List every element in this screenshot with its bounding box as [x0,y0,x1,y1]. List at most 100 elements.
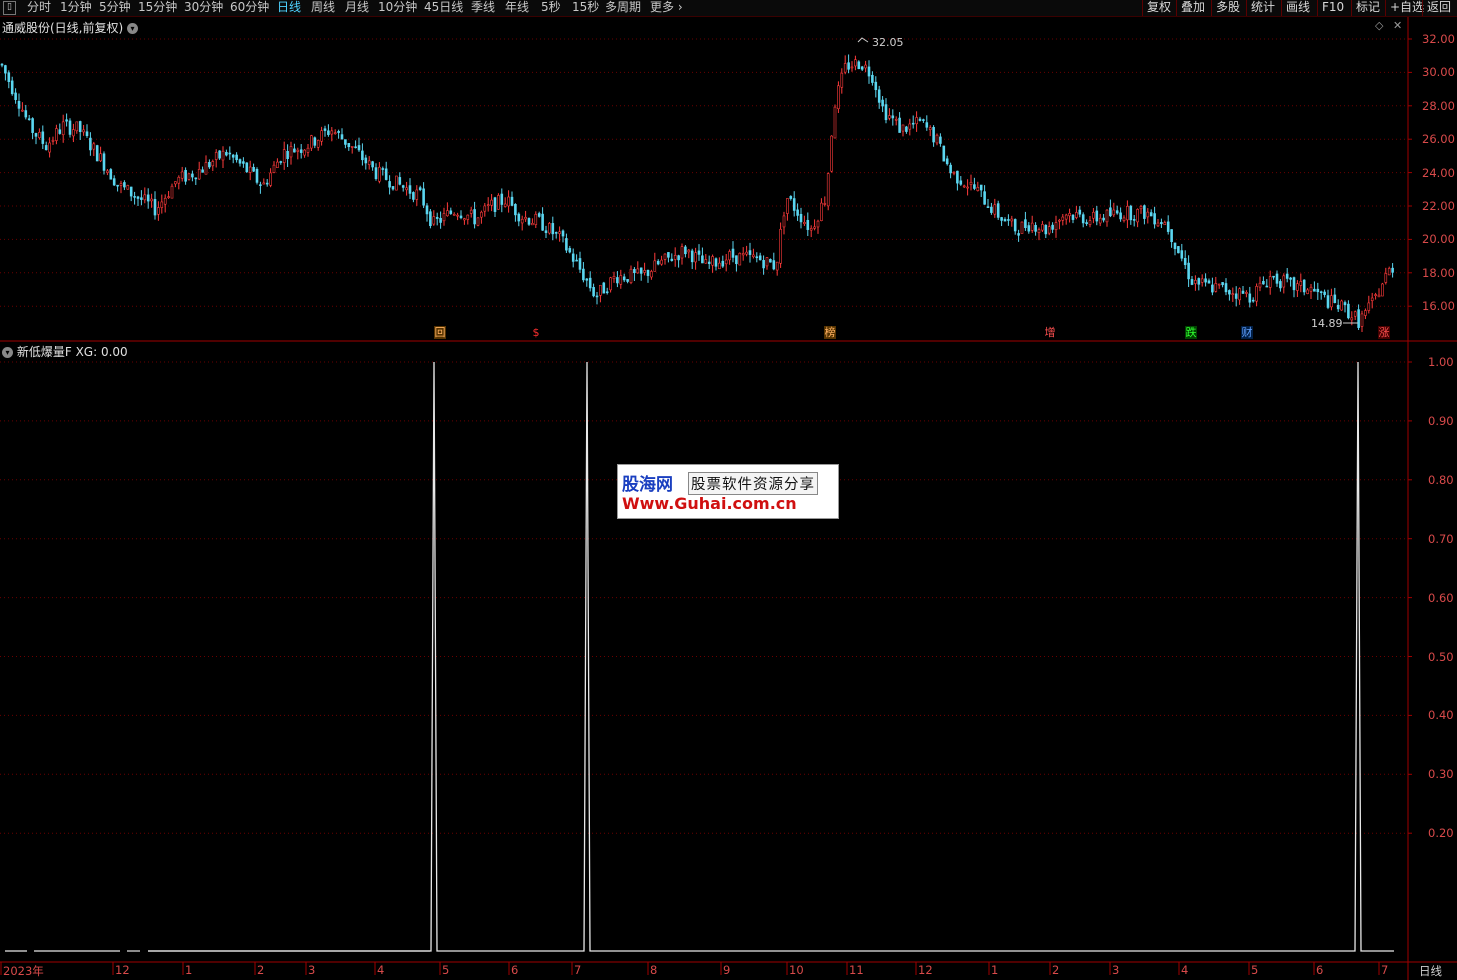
candle-body [656,260,660,265]
x-tick-label: 9 [723,963,731,977]
candle-body [160,201,164,208]
candle-body [1319,291,1323,293]
x-tick-label: 8 [650,963,658,977]
candle-body [503,203,507,207]
indicator-series[interactable] [5,361,1394,952]
period-tab[interactable]: 月线 [345,0,369,16]
draw-line-button[interactable]: 画线 [1281,0,1314,16]
candle-body [320,130,323,142]
candle-body [1092,211,1095,219]
period-tab[interactable]: 分时 [27,0,51,16]
candle-body [1190,279,1194,285]
candle-body [384,168,388,180]
candle-body [395,175,398,191]
fuquan-button[interactable]: 复权 [1142,0,1175,16]
period-tab[interactable]: 多周期 [605,0,641,16]
candle-body [1197,278,1201,285]
candle-body [10,80,14,95]
candle-body [235,154,238,161]
event-marker[interactable]: $ [530,326,542,339]
candle-body [864,64,867,69]
candle-body [459,215,463,219]
candle-body [1024,219,1027,229]
f10-button[interactable]: F10 [1317,0,1348,16]
period-tab[interactable]: 5分钟 [99,0,131,16]
event-marker[interactable]: 跌 [1185,326,1197,339]
candle-body [136,196,140,199]
candle-body [4,65,7,74]
candle-body [1391,267,1394,273]
candle-body [707,261,711,264]
candle-body [551,223,555,235]
candle-body [1037,229,1041,233]
period-tab[interactable]: 60分钟 [230,0,269,16]
candle-body [1034,224,1037,232]
overlay-button[interactable]: 叠加 [1176,0,1209,16]
candle-body [150,198,153,202]
candle-body [694,252,697,263]
candle-body [837,85,840,109]
candle-body [1384,273,1388,283]
candle-body [1221,282,1224,286]
more-periods-button[interactable]: 更多 › [650,0,683,16]
candle-body [1041,224,1044,231]
indicator-value: XG: 0.00 [75,345,128,359]
close-icon[interactable]: ✕ [1393,19,1402,32]
candle-body [677,255,680,261]
candle-body [922,119,925,121]
indicator-title: 新低爆量F [16,345,72,359]
candle-body [480,211,483,218]
multi-stock-button[interactable]: 多股 [1211,0,1244,16]
more-label: 更多 [650,0,675,14]
candle-body [442,213,446,222]
candle-body [888,115,891,119]
event-marker[interactable]: 榜 [824,326,836,339]
candle-body [714,258,718,267]
indicator-y-tick-label: 0.60 [1428,590,1454,605]
menu-icon[interactable]: ▯ [3,1,16,15]
event-marker[interactable]: 财 [1241,326,1253,339]
candle-body [1030,222,1034,231]
period-tab[interactable]: 15秒 [572,0,599,16]
candle-body [1071,214,1075,220]
period-tab[interactable]: 年线 [505,0,529,16]
period-tab[interactable]: 季线 [471,0,495,16]
period-tab[interactable]: 15分钟 [138,0,177,16]
candle-body [174,181,177,185]
candle-body [673,255,677,260]
period-tab[interactable]: 5秒 [541,0,561,16]
period-tab[interactable]: 45日线 [424,0,463,16]
candle-body [585,278,589,281]
stats-button[interactable]: 统计 [1246,0,1279,16]
candle-body [592,287,595,297]
x-tick-label: 5 [1251,963,1259,977]
candle-body [330,130,334,135]
mark-button[interactable]: 标记 [1351,0,1384,16]
chevron-down-icon[interactable]: ▾ [2,347,13,358]
period-tab[interactable]: 周线 [311,0,335,16]
candle-body [58,129,62,134]
period-tab-active[interactable]: 日线 [277,0,301,16]
period-tab[interactable]: 10分钟 [378,0,417,16]
candlestick-series[interactable] [0,37,1394,333]
candle-body [1323,291,1326,295]
event-marker[interactable]: 回 [434,326,446,339]
event-marker[interactable]: 涨 [1378,326,1390,339]
candle-body [1211,284,1214,293]
candle-body [269,172,272,186]
candle-body [1095,210,1099,222]
candle-body [1136,209,1139,223]
back-button[interactable]: 返回 [1422,0,1455,16]
candle-body [1173,242,1177,250]
period-tab[interactable]: 1分钟 [60,0,92,16]
diamond-icon[interactable]: ◇ [1375,19,1383,32]
candle-body [1214,283,1218,292]
event-marker[interactable]: 增 [1044,326,1056,339]
x-tick-label: 3 [1112,963,1120,977]
candle-body [738,252,742,266]
candle-body [962,185,966,188]
chevron-down-icon[interactable]: ▾ [127,23,139,34]
candle-body [449,210,453,214]
price-y-tick-label: 26.00 [1422,132,1455,147]
period-tab[interactable]: 30分钟 [184,0,223,16]
